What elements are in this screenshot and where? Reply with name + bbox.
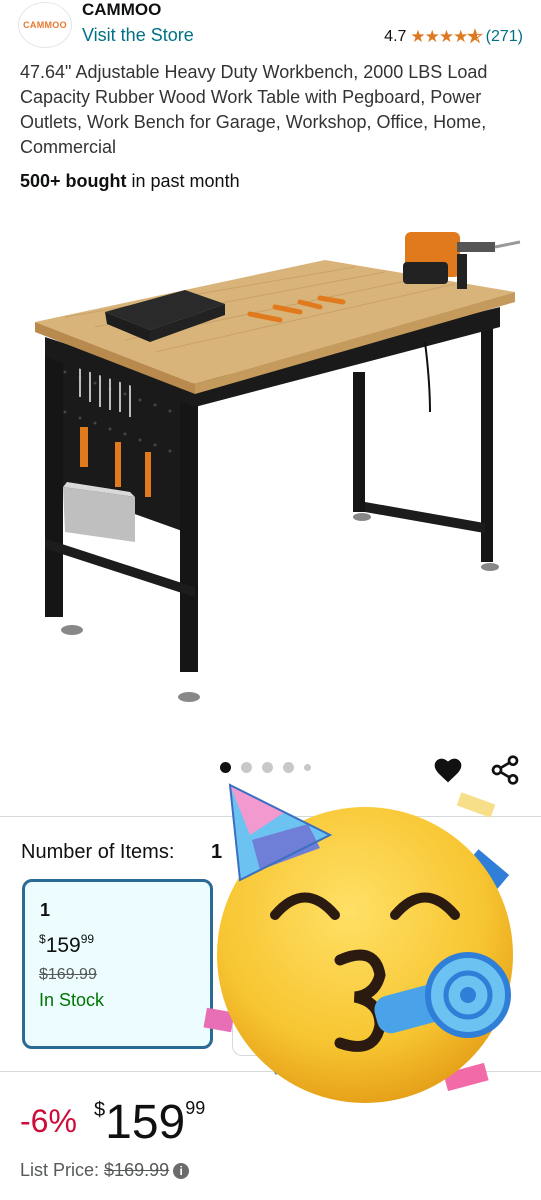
info-icon[interactable]: i [173,1163,190,1179]
visit-store-link[interactable]: Visit the Store [82,25,194,46]
workbench-image[interactable] [25,212,525,712]
item-option-cents: 99 [80,932,95,946]
item-option-list-price: $169.99 [39,966,97,983]
bought-count-bold: 500+ bought [20,171,127,191]
list-price-value: $169.99 [104,1160,170,1180]
star-rating-icon: ★★★★★ ★ [410,27,483,47]
price: $15999 [94,1095,205,1150]
product-title: 47.64" Adjustable Heavy Duty Workbench, … [20,62,488,157]
partying-face-emoji [203,783,513,1103]
discount-percent: -6% [20,1103,77,1139]
item-option-currency: $ [39,932,46,946]
store-logo-text: CAMMOO [23,20,67,30]
item-option-whole: 159 [45,934,81,957]
item-option-stock: In Stock [39,990,105,1010]
list-price-label: List Price: [20,1160,100,1180]
item-option-price: $15999 [39,932,94,958]
list-price: List Price: $169.99 i [20,1160,190,1181]
store-logo[interactable]: CAMMOO [18,2,72,48]
number-of-items-label: Number of Items: [21,841,175,863]
review-count-link[interactable]: (271) [486,28,523,46]
item-option-count: 1 [40,900,51,920]
price-whole: 159 [105,1096,186,1149]
price-currency: $ [94,1099,106,1121]
rating-summary[interactable]: 4.7 ★★★★★ ★ (271) [384,27,523,47]
item-option-card[interactable]: 1 $15999 $169.99 In Stock [22,879,213,1049]
rating-value: 4.7 [384,28,407,45]
bought-count-rest: in past month [126,171,240,191]
bought-count: 500+ bought in past month [20,171,240,192]
brand-name[interactable]: CAMMOO [82,0,161,20]
